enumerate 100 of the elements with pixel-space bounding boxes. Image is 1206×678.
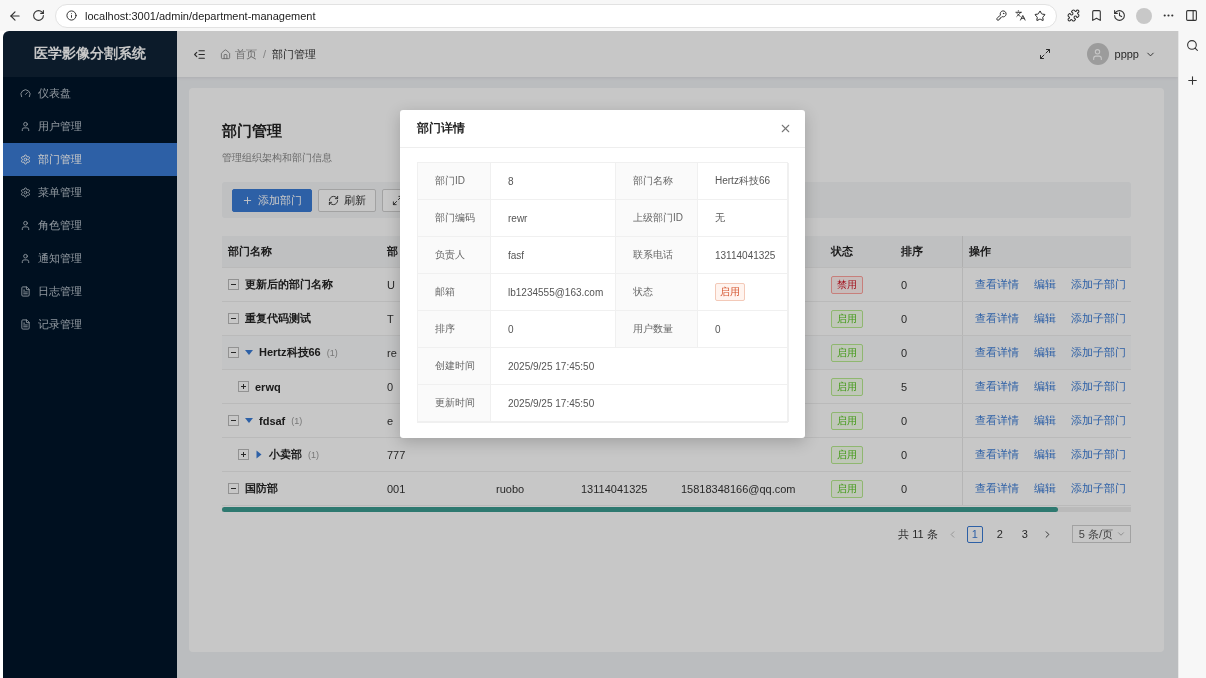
table-cell-text: U bbox=[386, 278, 396, 291]
sidebar-item[interactable]: 记录管理 bbox=[3, 308, 177, 341]
action-link[interactable]: 编辑 bbox=[1034, 277, 1056, 292]
status-tag: 启用 bbox=[831, 309, 863, 328]
action-link[interactable]: 添加子部门 bbox=[1071, 311, 1126, 326]
sidebar-item[interactable]: 部门管理 bbox=[3, 143, 177, 176]
translate-icon[interactable] bbox=[1015, 10, 1026, 21]
page-button[interactable]: 1 bbox=[966, 525, 983, 543]
caret-icon bbox=[1116, 529, 1126, 539]
search-icon[interactable] bbox=[1186, 39, 1199, 52]
address-bar[interactable]: localhost:3001/admin/department-management bbox=[55, 3, 1057, 28]
department-name: 重复代码测试 bbox=[245, 311, 311, 326]
action-link[interactable]: 编辑 bbox=[1034, 379, 1056, 394]
dashboard-icon bbox=[20, 88, 31, 99]
collapse-toggle[interactable] bbox=[228, 483, 239, 494]
caret-icon[interactable] bbox=[256, 450, 262, 459]
action-link[interactable]: 添加子部门 bbox=[1071, 345, 1126, 360]
status-tag: 启用 bbox=[715, 283, 745, 301]
action-link[interactable]: 查看详情 bbox=[975, 413, 1019, 428]
action-link[interactable]: 查看详情 bbox=[975, 447, 1019, 462]
table-cell-text: 0 bbox=[900, 414, 909, 427]
action-link[interactable]: 查看详情 bbox=[975, 277, 1019, 292]
star-icon[interactable] bbox=[1034, 9, 1046, 22]
page-size-select[interactable]: 5 条/页 bbox=[1071, 525, 1131, 543]
document-icon bbox=[20, 286, 31, 297]
sidebar-item[interactable]: 通知管理 bbox=[3, 242, 177, 275]
field-value: 2025/9/25 17:45:50 bbox=[491, 348, 789, 385]
puzzle-icon[interactable] bbox=[1067, 9, 1080, 22]
action-link[interactable]: 添加子部门 bbox=[1071, 277, 1126, 292]
add-button[interactable]: 添加部门 bbox=[232, 188, 312, 212]
table-cell-text: 0 bbox=[900, 312, 909, 325]
sidebar-item[interactable]: 用户管理 bbox=[3, 110, 177, 143]
app-title: 医学影像分割系统 bbox=[3, 31, 177, 77]
table-cell-text: 0 bbox=[900, 482, 909, 495]
field-label: 负责人 bbox=[418, 237, 491, 274]
action-link[interactable]: 编辑 bbox=[1034, 311, 1056, 326]
plus-icon bbox=[242, 194, 253, 206]
child-count: (1) bbox=[326, 347, 338, 358]
page-subtitle: 管理组织架构和部门信息 bbox=[222, 151, 332, 165]
collapse-toggle[interactable] bbox=[228, 279, 239, 290]
page-title: 部门管理 bbox=[222, 122, 282, 141]
info-icon[interactable] bbox=[66, 10, 77, 21]
caret-icon[interactable] bbox=[245, 418, 253, 423]
refresh-button[interactable]: 刷新 bbox=[318, 188, 376, 212]
action-link[interactable]: 添加子部门 bbox=[1071, 447, 1126, 462]
table-cell-text: 0 bbox=[386, 380, 395, 393]
action-link[interactable]: 查看详情 bbox=[975, 345, 1019, 360]
collapse-toggle[interactable] bbox=[228, 347, 239, 358]
department-name: fdsaf bbox=[259, 414, 286, 427]
user-icon bbox=[20, 220, 31, 231]
breadcrumb-link[interactable]: 首页 bbox=[235, 46, 257, 62]
action-link[interactable]: 编辑 bbox=[1034, 413, 1056, 428]
expand-toggle[interactable] bbox=[238, 449, 249, 460]
history-icon[interactable] bbox=[1113, 9, 1126, 22]
close-icon[interactable] bbox=[779, 122, 792, 135]
sidebar-item[interactable]: 菜单管理 bbox=[3, 176, 177, 209]
department-name: 小卖部 bbox=[269, 447, 302, 462]
status-tag: 禁用 bbox=[831, 275, 863, 294]
expand-toggle[interactable] bbox=[238, 381, 249, 392]
action-link[interactable]: 查看详情 bbox=[975, 481, 1019, 496]
sidebar-item[interactable]: 日志管理 bbox=[3, 275, 177, 308]
sidebar-item[interactable]: 仪表盘 bbox=[3, 77, 177, 110]
caret-icon[interactable] bbox=[245, 350, 253, 355]
menu-icon[interactable] bbox=[193, 47, 206, 61]
field-label: 邮箱 bbox=[418, 274, 491, 311]
collapse-toggle[interactable] bbox=[228, 313, 239, 324]
action-link[interactable]: 查看详情 bbox=[975, 379, 1019, 394]
table-cell-text: 15818348166@qq.com bbox=[680, 482, 797, 495]
action-link[interactable]: 添加子部门 bbox=[1071, 379, 1126, 394]
department-name: Hertz科技66 bbox=[259, 345, 321, 360]
action-link[interactable]: 添加子部门 bbox=[1071, 413, 1126, 428]
table-cell-text: 0 bbox=[900, 278, 909, 291]
table-cell-text: 0 bbox=[900, 448, 909, 461]
field-value: 2025/9/25 17:45:50 bbox=[491, 385, 789, 422]
gear-icon bbox=[20, 187, 31, 198]
field-label: 状态 bbox=[616, 274, 698, 311]
plus-icon[interactable] bbox=[1186, 74, 1199, 87]
sidebar-item[interactable]: 角色管理 bbox=[3, 209, 177, 242]
key-icon[interactable] bbox=[996, 10, 1007, 21]
bookmark-icon[interactable] bbox=[1090, 9, 1103, 22]
back-icon[interactable] bbox=[8, 8, 22, 23]
status-tag: 启用 bbox=[831, 411, 863, 430]
refresh-icon bbox=[328, 194, 339, 206]
reload-icon[interactable] bbox=[32, 9, 45, 22]
action-link[interactable]: 添加子部门 bbox=[1071, 481, 1126, 496]
action-link[interactable]: 编辑 bbox=[1034, 481, 1056, 496]
fullscreen-icon[interactable] bbox=[1038, 48, 1051, 60]
user-name[interactable]: pppp bbox=[1114, 48, 1139, 60]
action-link[interactable]: 编辑 bbox=[1034, 345, 1056, 360]
field-label: 联系电话 bbox=[616, 237, 698, 274]
field-label: 上级部门ID bbox=[616, 200, 698, 237]
breadcrumb-link[interactable]: 部门管理 bbox=[272, 46, 317, 62]
action-link[interactable]: 查看详情 bbox=[975, 311, 1019, 326]
document-icon bbox=[20, 319, 31, 330]
table-cell-text: e bbox=[386, 414, 395, 427]
sidebar-icon[interactable] bbox=[1185, 9, 1198, 22]
collapse-toggle[interactable] bbox=[228, 415, 239, 426]
breadcrumb-separator: / bbox=[263, 48, 267, 60]
action-link[interactable]: 编辑 bbox=[1034, 447, 1056, 462]
column-header: 操作 bbox=[962, 236, 991, 267]
